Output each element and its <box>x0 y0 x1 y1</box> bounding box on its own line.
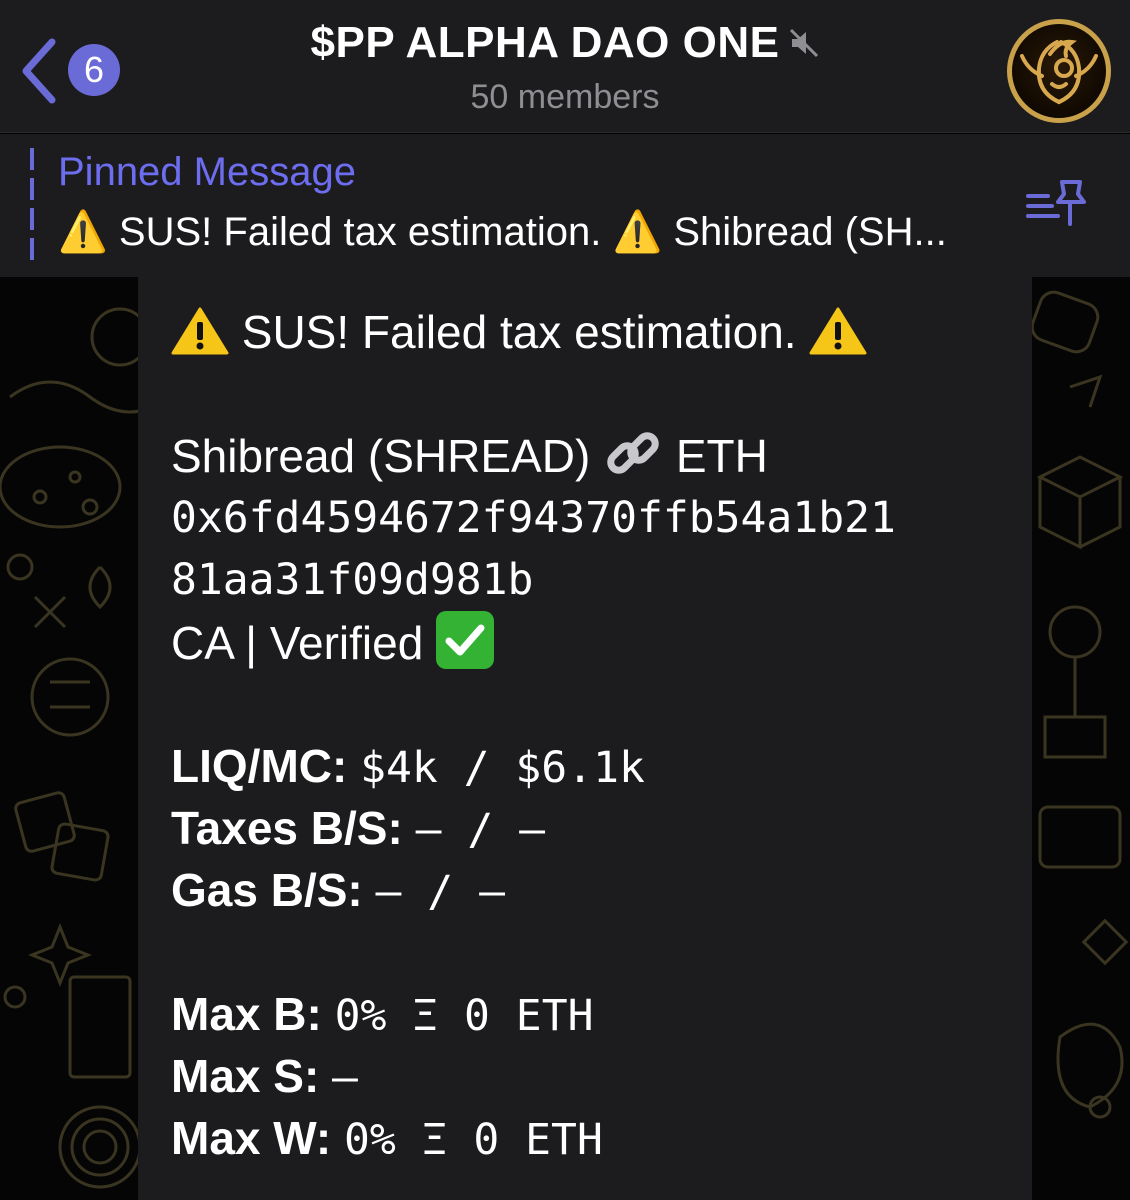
pinned-preview: ⚠️ SUS! Failed tax estimation. ⚠️ Shibre… <box>58 210 947 254</box>
ca-verified-line: CA | Verified <box>171 611 1011 673</box>
chat-title: $PP ALPHA DAO ONE <box>310 18 780 67</box>
liq-label: LIQ/MC: <box>171 740 348 792</box>
warning-line: SUS! Failed tax estimation. <box>171 301 1011 363</box>
taxes-line: Taxes B/S: – / – <box>171 797 1011 859</box>
max-wallet-value: 0% Ξ 0 ETH <box>343 1115 603 1165</box>
taxes-value: – / – <box>415 805 546 855</box>
ca-verified-text: CA | Verified <box>171 617 424 669</box>
contract-address-line-1[interactable]: 0x6fd4594672f94370ffb54a1b21 <box>171 487 1011 549</box>
liq-value: $4k / $6.1k <box>360 743 645 793</box>
check-mark-icon <box>436 611 495 669</box>
max-sell-value: – <box>332 1053 358 1103</box>
chat-header: 6 $PP ALPHA DAO ONE 50 members <box>0 0 1130 133</box>
taxes-label: Taxes B/S: <box>171 802 403 854</box>
token-name: Shibread (SHREAD) <box>171 430 591 482</box>
max-wallet-line: Max W: 0% Ξ 0 ETH <box>171 1107 1011 1169</box>
phoenix-logo-icon <box>1020 39 1098 104</box>
max-buy-label: Max B: <box>171 988 322 1040</box>
max-wallet-label: Max W: <box>171 1112 332 1164</box>
message-body: SUS! Failed tax estimation. Shibread (SH… <box>171 301 1011 1169</box>
chevron-left-icon <box>22 38 56 104</box>
chat-title-row: $PP ALPHA DAO ONE <box>311 18 820 68</box>
message-bubble[interactable]: SUS! Failed tax estimation. Shibread (SH… <box>138 277 1032 1200</box>
link-icon <box>607 432 659 474</box>
pinned-message-bar[interactable]: Pinned Message ⚠️ SUS! Failed tax estima… <box>0 134 1130 277</box>
warning-icon <box>809 307 867 355</box>
speaker-muted-icon <box>790 28 819 58</box>
unread-count-badge: 6 <box>68 44 120 96</box>
warning-text: SUS! Failed tax estimation. <box>241 306 797 358</box>
gas-line: Gas B/S: – / – <box>171 859 1011 921</box>
token-line: Shibread (SHREAD) ETH <box>171 425 1011 487</box>
group-avatar[interactable] <box>1007 19 1111 123</box>
member-count: 50 members <box>470 78 660 116</box>
liq-mc-line: LIQ/MC: $4k / $6.1k <box>171 735 1011 797</box>
pinned-list-icon[interactable] <box>1024 174 1088 230</box>
max-buy-line: Max B: 0% Ξ 0 ETH <box>171 983 1011 1045</box>
max-sell-label: Max S: <box>171 1050 320 1102</box>
chain-name: ETH <box>675 430 768 482</box>
gas-value: – / – <box>375 867 505 917</box>
gas-label: Gas B/S: <box>171 864 363 916</box>
pinned-indicator-line <box>30 148 34 260</box>
max-sell-line: Max S: – <box>171 1045 1011 1107</box>
warning-icon <box>171 307 229 355</box>
back-button[interactable]: 6 <box>18 36 128 106</box>
chat-title-area[interactable]: $PP ALPHA DAO ONE 50 members <box>200 18 930 117</box>
max-buy-value: 0% Ξ 0 ETH <box>334 991 594 1041</box>
contract-address-line-2[interactable]: 81aa31f09d981b <box>171 549 1011 611</box>
pinned-label: Pinned Message <box>58 150 356 194</box>
